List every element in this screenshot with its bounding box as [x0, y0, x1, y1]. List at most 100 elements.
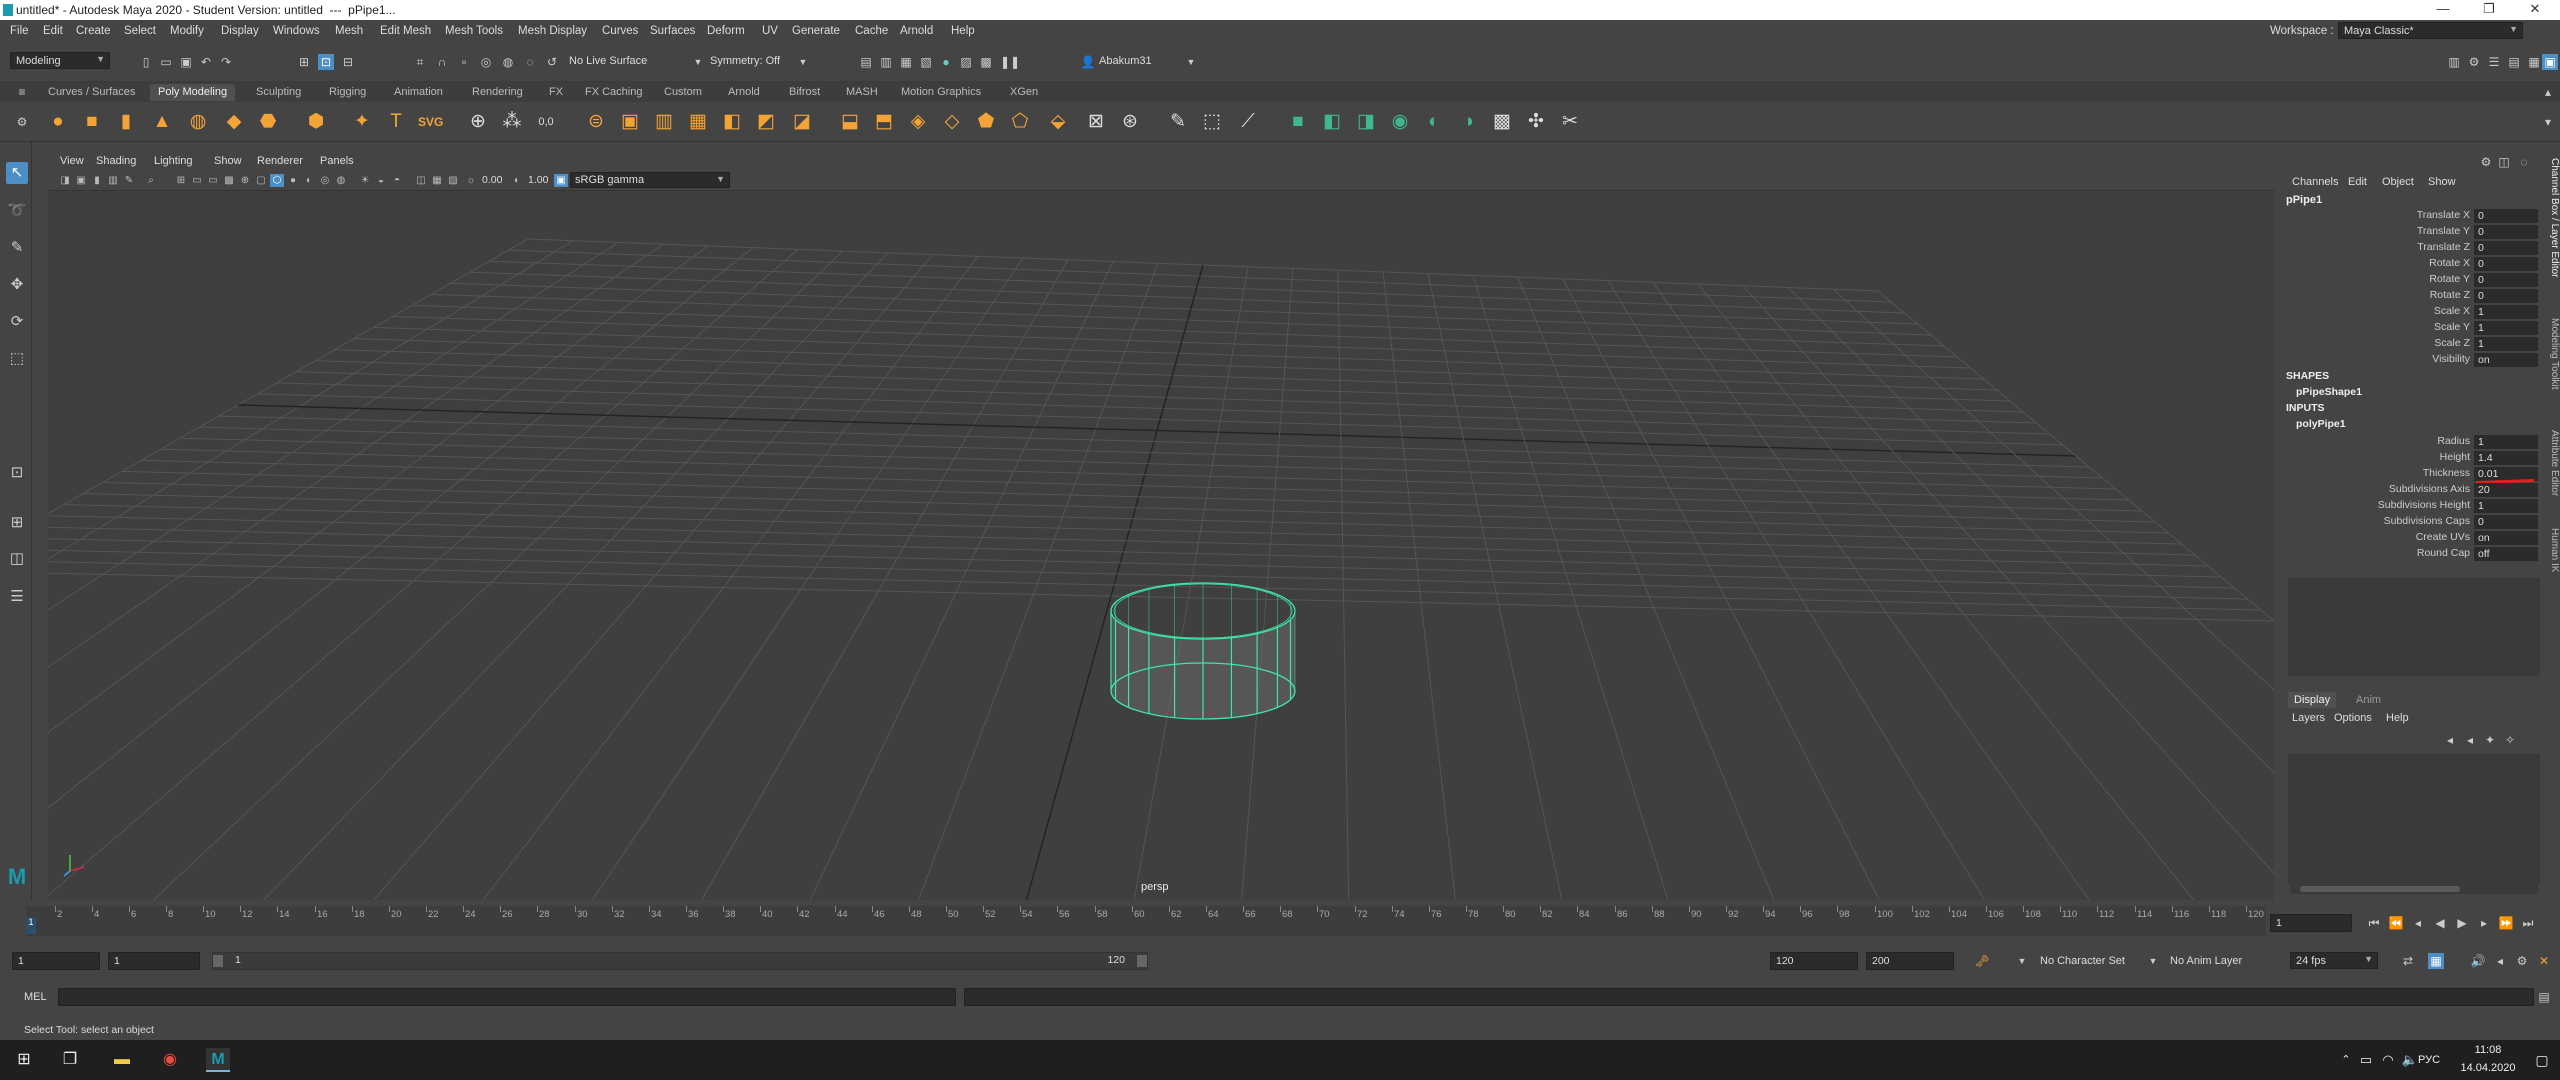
layer-scrollbar[interactable]: [2290, 884, 2538, 894]
poly-disc-icon[interactable]: ⬣: [256, 110, 280, 134]
multi-cut-icon[interactable]: ✎: [1166, 110, 1190, 134]
cylindrical-map-icon[interactable]: ◨: [1354, 110, 1378, 134]
maya-taskbar-icon[interactable]: M: [206, 1048, 230, 1072]
menu-file[interactable]: File: [10, 25, 29, 37]
object-name[interactable]: pPipe1: [2286, 194, 2322, 206]
side-tab-channel-box[interactable]: Channel Box / Layer Editor: [2544, 158, 2560, 278]
layer-list[interactable]: [2288, 754, 2540, 884]
select-tool-icon[interactable]: ↖: [6, 162, 28, 184]
menu-display[interactable]: Display: [221, 25, 259, 37]
attr-value-subdivisions-axis[interactable]: 20: [2474, 483, 2538, 497]
exposure-icon[interactable]: ☼: [464, 174, 478, 187]
range-slider-start-handle[interactable]: [213, 955, 223, 967]
pipe-wireframe[interactable]: [1110, 582, 1296, 720]
step-forward-frame-icon[interactable]: ▸: [2476, 915, 2492, 931]
modeling-toolkit-icon[interactable]: ⚙: [2466, 54, 2482, 70]
attr-value-subdivisions-height[interactable]: 1: [2474, 499, 2538, 513]
connect-icon[interactable]: ⟋: [1236, 110, 1260, 134]
four-view-icon[interactable]: ⊞: [6, 512, 28, 534]
sidebar-toggle-icon[interactable]: ▥: [2446, 54, 2462, 70]
playback-end-field[interactable]: 120: [1770, 952, 1858, 970]
combine-icon[interactable]: ⊜: [584, 110, 608, 134]
attr-value-translate-x[interactable]: 0: [2474, 209, 2538, 223]
tab-poly-modeling[interactable]: Poly Modeling: [150, 84, 236, 101]
scale-tool-icon[interactable]: ⬚: [6, 348, 28, 370]
poly-text-icon[interactable]: T: [384, 110, 408, 134]
tool-settings-icon[interactable]: ▤: [2506, 54, 2522, 70]
transfer-icon[interactable]: ⬙: [1046, 110, 1070, 134]
attr-label-scale-y[interactable]: Scale Y: [2282, 321, 2470, 333]
poly-sphere-icon[interactable]: ●: [46, 110, 70, 134]
menu-create[interactable]: Create: [76, 25, 111, 37]
grid-toggle-icon[interactable]: ⊞: [174, 174, 188, 187]
menu-curves[interactable]: Curves: [602, 25, 638, 37]
ambient-occlusion-icon[interactable]: ◓: [390, 174, 404, 187]
gate-mask-icon[interactable]: ▩: [222, 174, 236, 187]
range-slider[interactable]: 1 120: [212, 952, 1148, 970]
layer-tab-anim[interactable]: Anim: [2356, 694, 2381, 706]
chevron-down-icon[interactable]: ▼: [1183, 54, 1199, 70]
attr-label-rotate-y[interactable]: Rotate Y: [2282, 273, 2470, 285]
fill-hole-icon[interactable]: ⬟: [974, 110, 998, 134]
layer-menu-options[interactable]: Options: [2334, 712, 2372, 724]
play-forwards-icon[interactable]: ▶: [2454, 915, 2470, 931]
textured-icon[interactable]: ◍: [334, 174, 348, 187]
arnold-render-icon[interactable]: ▩: [978, 54, 994, 70]
layer-scrollbar-thumb[interactable]: [2300, 886, 2460, 892]
menu-modify[interactable]: Modify: [170, 25, 204, 37]
attribute-editor-icon[interactable]: ☰: [2486, 54, 2502, 70]
gamma-icon[interactable]: ◐: [510, 174, 524, 187]
attr-label-subdivisions-caps[interactable]: Subdivisions Caps: [2282, 515, 2470, 527]
attr-value-subdivisions-caps[interactable]: 0: [2474, 515, 2538, 529]
paint-select-tool-icon[interactable]: ✎: [6, 237, 28, 259]
panel-menu-lighting[interactable]: Lighting: [154, 155, 193, 167]
menu-mesh-tools[interactable]: Mesh Tools: [445, 25, 503, 37]
smooth-shade-icon[interactable]: ●: [286, 174, 300, 187]
attr-label-thickness[interactable]: Thickness: [2282, 467, 2470, 479]
menu-help[interactable]: Help: [951, 25, 975, 37]
panel-menu-view[interactable]: View: [60, 155, 84, 167]
attr-label-height[interactable]: Height: [2282, 451, 2470, 463]
new-layer-selected-icon[interactable]: ✧: [2502, 732, 2518, 748]
render-ipr-icon[interactable]: ▦: [898, 54, 914, 70]
poly-cylinder-icon[interactable]: ▮: [114, 110, 138, 134]
poly-plane-icon[interactable]: ◆: [222, 110, 246, 134]
attr-value-scale-z[interactable]: 1: [2474, 337, 2538, 351]
command-input[interactable]: [58, 988, 956, 1006]
file-explorer-icon[interactable]: ▬: [110, 1048, 134, 1072]
append-icon[interactable]: ◇: [940, 110, 964, 134]
image-plane-icon[interactable]: ▥: [106, 174, 120, 187]
attr-label-visibility[interactable]: Visibility: [2282, 353, 2470, 365]
render-region-icon[interactable]: ▥: [878, 54, 894, 70]
use-all-lights-icon[interactable]: ☀: [358, 174, 372, 187]
restore-button[interactable]: ❐: [2466, 1, 2512, 19]
menu-generate[interactable]: Generate: [792, 25, 840, 37]
object-types-icon[interactable]: ⁂: [500, 110, 524, 134]
clock-date[interactable]: 14.04.2020: [2448, 1062, 2528, 1074]
attr-value-rotate-x[interactable]: 0: [2474, 257, 2538, 271]
tab-mash[interactable]: MASH: [838, 84, 886, 101]
select-hierarchy-icon[interactable]: ⊞: [296, 54, 312, 70]
smooth-icon[interactable]: ▦: [686, 110, 710, 134]
current-frame-field[interactable]: 1: [2270, 914, 2352, 932]
step-back-key-icon[interactable]: ⏪: [2388, 915, 2404, 931]
layout-uv-icon[interactable]: ✣: [1524, 110, 1548, 134]
attr-label-scale-z[interactable]: Scale Z: [2282, 337, 2470, 349]
menu-windows[interactable]: Windows: [273, 25, 320, 37]
mel-label[interactable]: MEL: [24, 991, 47, 1003]
mirror-icon[interactable]: ◩: [754, 110, 778, 134]
user-icon[interactable]: 👤: [1080, 54, 1096, 70]
snap-view-icon[interactable]: ◎: [478, 54, 494, 70]
tab-fx[interactable]: FX: [541, 84, 571, 101]
chrome-icon[interactable]: ◉: [158, 1048, 182, 1072]
close-button[interactable]: ✕: [2512, 1, 2558, 19]
separate-icon[interactable]: ▣: [618, 110, 642, 134]
rotate-tool-icon[interactable]: ⟳: [6, 311, 28, 333]
time-slider[interactable]: 2 4 6 8 10 12 14 16 18 20 22 24 26 28 30 32 34 36 38 40 42 44…: [26, 906, 2266, 936]
collapse-icon[interactable]: ⊠: [1084, 110, 1108, 134]
attr-value-translate-z[interactable]: 0: [2474, 241, 2538, 255]
channel-box-active-icon[interactable]: ▣: [2542, 54, 2558, 70]
field-chart-icon[interactable]: ⊕: [238, 174, 252, 187]
channel-box-icon[interactable]: ▦: [2526, 54, 2542, 70]
color-space-dropdown[interactable]: sRGB gamma ▼: [570, 172, 730, 188]
